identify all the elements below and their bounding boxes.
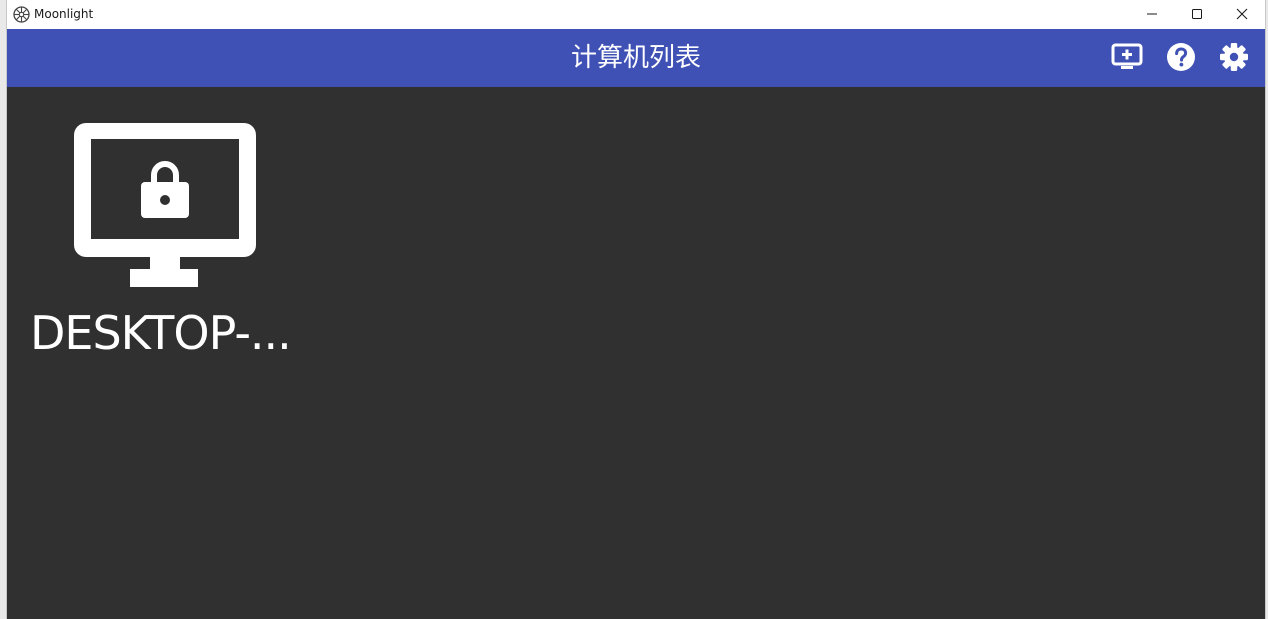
minimize-button[interactable] — [1129, 0, 1175, 29]
maximize-icon — [1191, 5, 1203, 24]
title-bar[interactable]: Moonlight — [7, 0, 1265, 29]
maximize-button[interactable] — [1174, 0, 1220, 29]
add-pc-button[interactable] — [1110, 42, 1144, 76]
close-button[interactable] — [1219, 0, 1265, 29]
locked-monitor-icon — [74, 123, 256, 289]
help-icon — [1166, 42, 1196, 76]
app-window: Moonlight 计算机列表 DESKTOP-... — [6, 0, 1266, 619]
gear-icon — [1219, 42, 1249, 76]
page-title: 计算机列表 — [570, 43, 701, 73]
minimize-icon — [1146, 5, 1158, 24]
close-icon — [1236, 5, 1248, 24]
moonlight-logo-icon — [13, 6, 30, 23]
app-bar: 计算机列表 — [7, 29, 1265, 87]
window-title: Moonlight — [34, 7, 94, 21]
add-pc-icon — [1111, 43, 1143, 75]
help-button[interactable] — [1164, 42, 1198, 76]
settings-button[interactable] — [1217, 42, 1251, 76]
computer-list: DESKTOP-... — [7, 87, 1265, 619]
computer-name: DESKTOP-... — [30, 306, 292, 360]
computer-tile[interactable]: DESKTOP-... — [27, 117, 307, 367]
